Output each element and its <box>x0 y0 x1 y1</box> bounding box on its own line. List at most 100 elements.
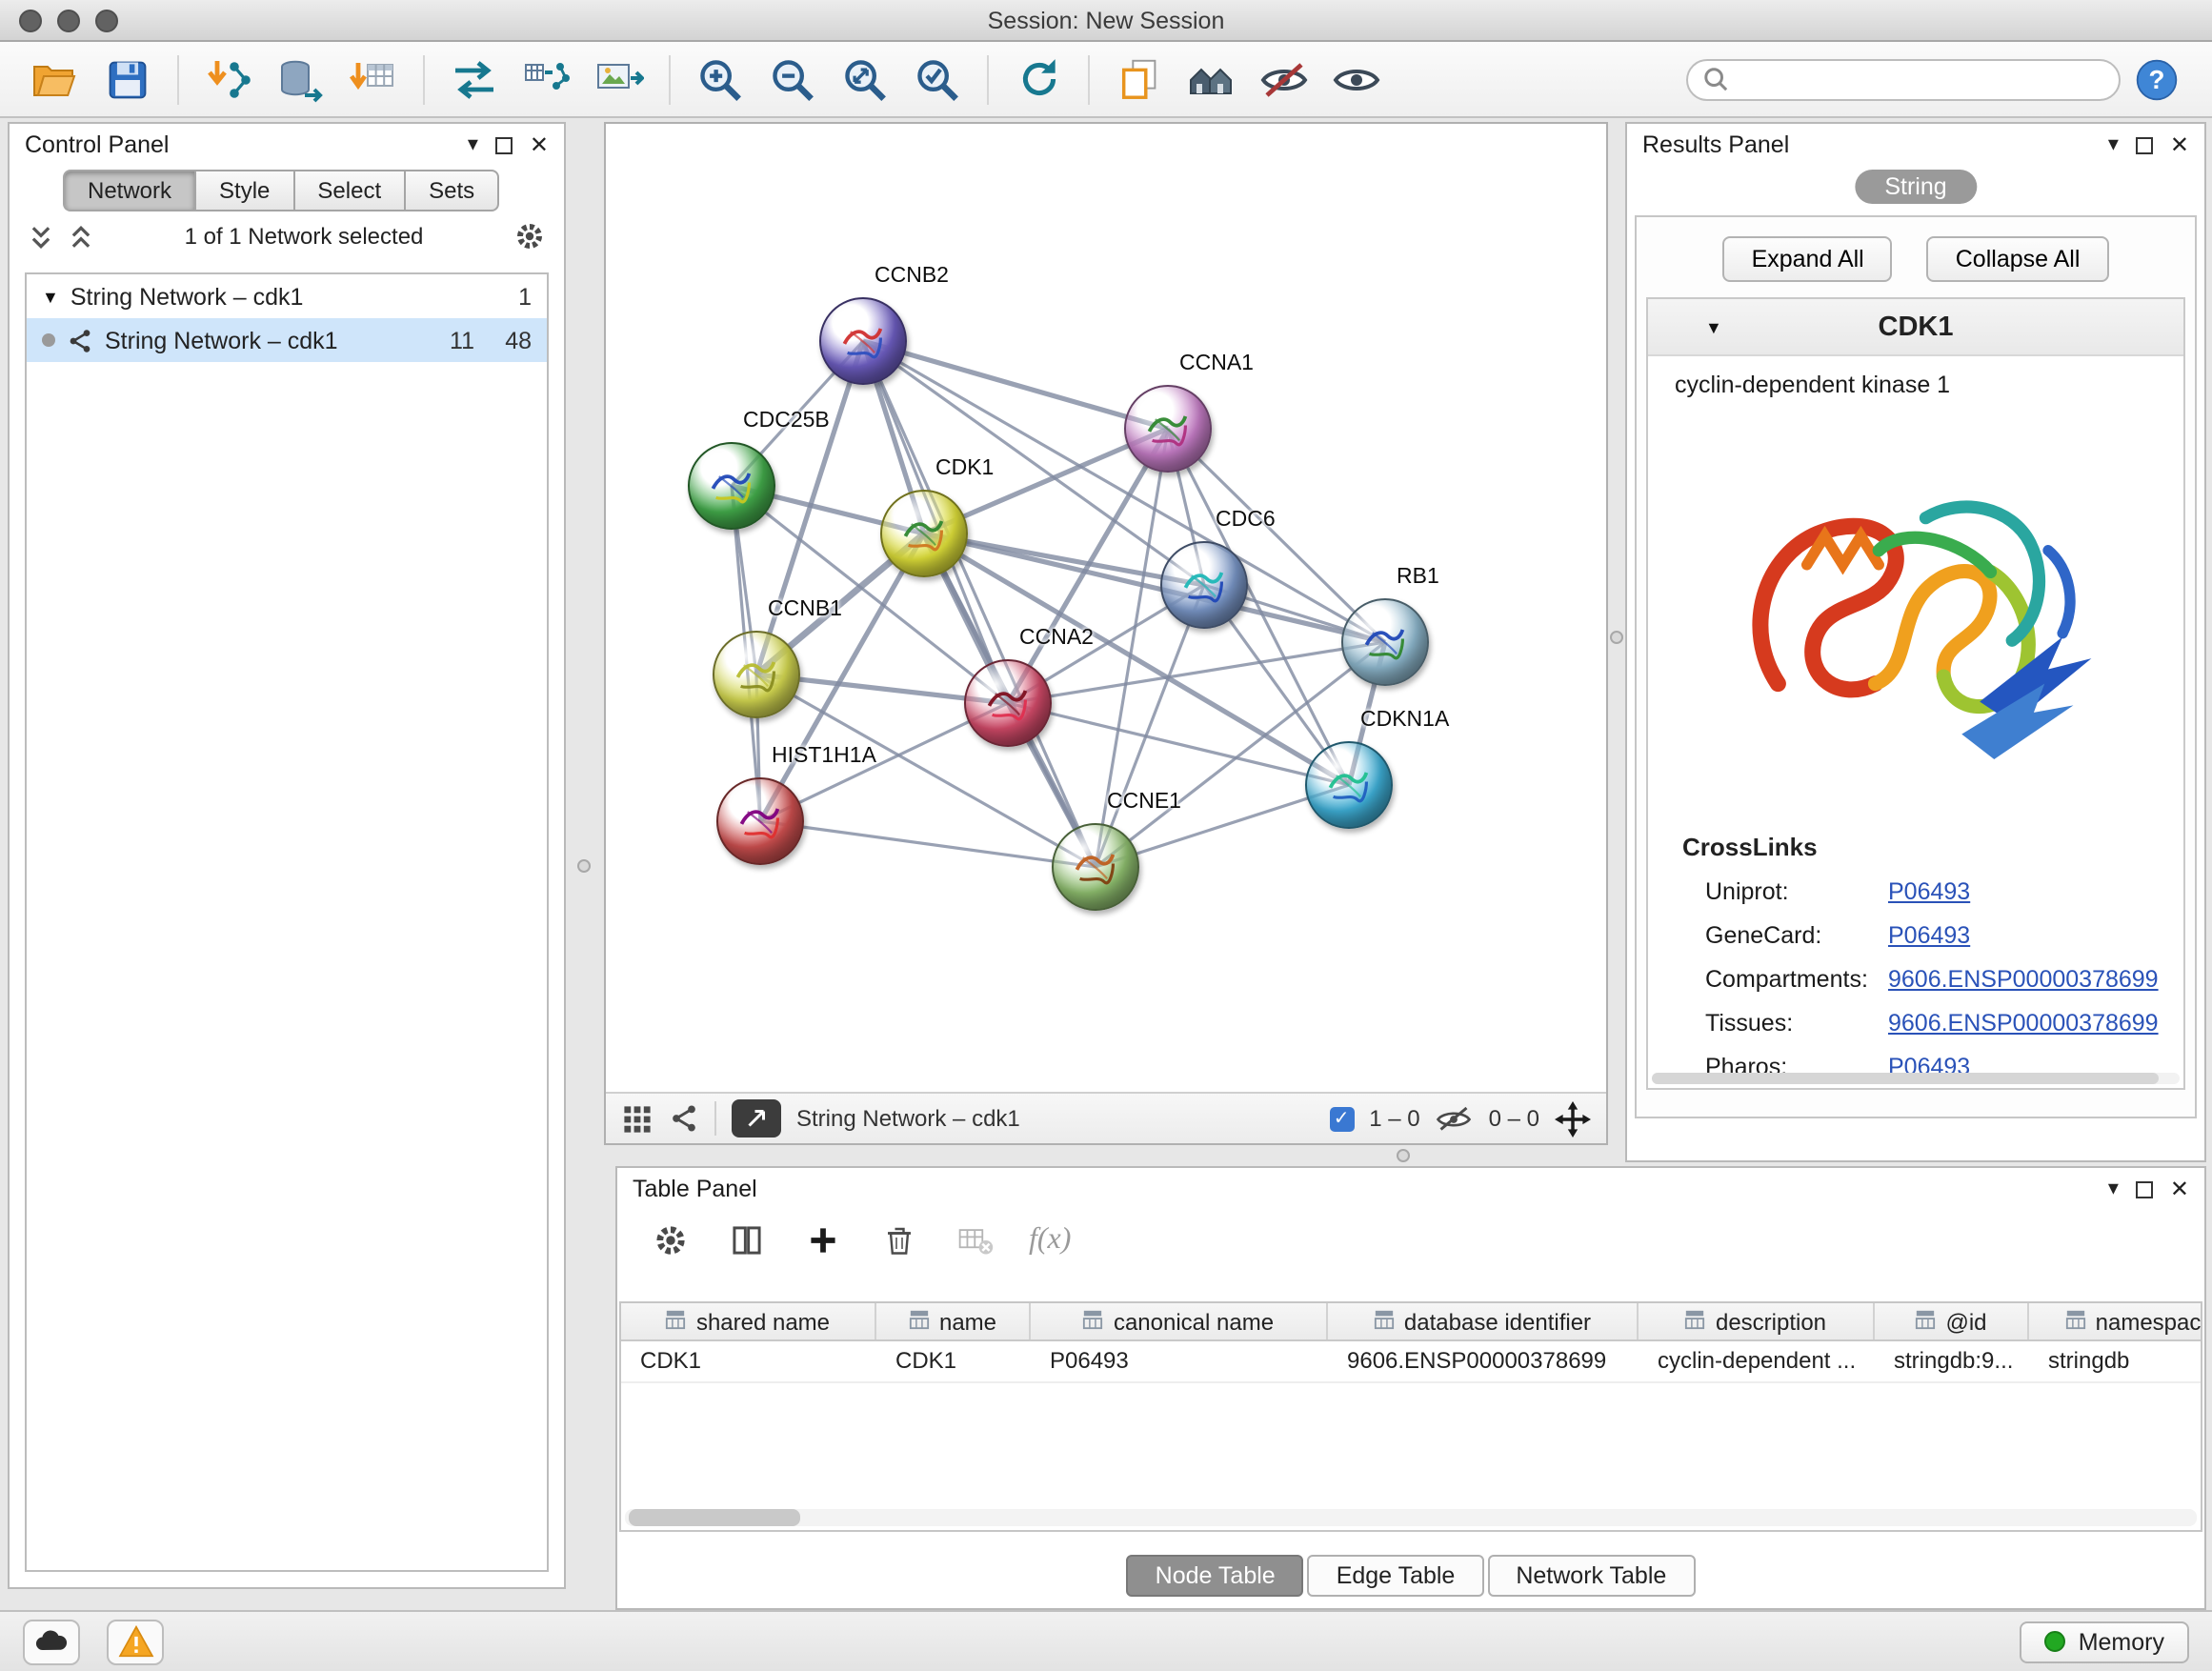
warnings-button[interactable] <box>107 1619 164 1664</box>
open-session-button[interactable] <box>25 49 86 110</box>
tab-style[interactable]: Style <box>194 170 292 211</box>
network-edge[interactable] <box>756 341 863 674</box>
fit-selected-crosshair-icon[interactable] <box>1555 1100 1591 1137</box>
network-node-ccna2[interactable] <box>964 659 1052 747</box>
column-header-shared-name[interactable]: shared name <box>621 1303 876 1339</box>
tab-network-table[interactable]: Network Table <box>1487 1555 1695 1597</box>
zoom-selected-button[interactable] <box>907 49 968 110</box>
create-column-button[interactable] <box>800 1218 846 1263</box>
panel-collapse-icon[interactable]: ▾ <box>468 134 478 155</box>
network-node-cdkn1a[interactable] <box>1305 741 1393 829</box>
collapse-all-icon[interactable] <box>69 224 93 249</box>
panel-close-icon[interactable]: ✕ <box>2170 1178 2189 1200</box>
network-row[interactable]: String Network – cdk1 11 48 <box>27 318 547 362</box>
panel-float-icon[interactable] <box>495 136 513 153</box>
minimize-window-button[interactable] <box>57 10 80 32</box>
refresh-view-button[interactable] <box>1008 49 1069 110</box>
column-header-namespac[interactable]: namespac <box>2029 1303 2202 1339</box>
search-field[interactable] <box>1686 58 2121 100</box>
card-scrollbar[interactable] <box>1652 1073 2180 1084</box>
network-edge[interactable] <box>863 341 1385 642</box>
tab-sets[interactable]: Sets <box>404 170 499 211</box>
disclosure-triangle-icon[interactable]: ▼ <box>42 287 59 306</box>
expand-all-button[interactable]: Expand All <box>1723 236 1893 282</box>
network-edge[interactable] <box>863 341 1168 429</box>
tab-string[interactable]: String <box>1854 170 1977 204</box>
detach-view-button[interactable] <box>732 1099 781 1137</box>
tab-network[interactable]: Network <box>63 170 194 211</box>
network-node-cdk1[interactable] <box>880 490 968 577</box>
crosslink-link[interactable]: 9606.ENSP00000378699 <box>1888 1009 2159 1036</box>
import-network-from-file-button[interactable] <box>198 49 259 110</box>
table-settings-button[interactable] <box>648 1218 694 1263</box>
vertical-splitter-handle[interactable] <box>577 859 591 873</box>
function-builder-button[interactable]: f(x) <box>1029 1223 1071 1258</box>
column-header--id[interactable]: @id <box>1875 1303 2029 1339</box>
new-network-from-selection-button[interactable] <box>444 49 505 110</box>
show-columns-button[interactable] <box>724 1218 770 1263</box>
copy-button[interactable] <box>1109 49 1170 110</box>
zoom-in-button[interactable] <box>690 49 751 110</box>
network-node-cdc25b[interactable] <box>688 442 775 530</box>
delete-table-button[interactable] <box>953 1218 998 1263</box>
hidden-eye-slash-icon[interactable] <box>1436 1104 1474 1133</box>
share-view-icon[interactable] <box>669 1103 699 1134</box>
delete-column-button[interactable] <box>876 1218 922 1263</box>
network-canvas[interactable]: CCNB2 CCNA1 CDC25B CDK1 CDC6 RB1 CCNB1 C… <box>606 124 1606 1092</box>
disclosure-triangle-icon[interactable]: ▼ <box>1705 317 1722 336</box>
import-network-from-database-button[interactable] <box>271 49 332 110</box>
export-image-button[interactable] <box>589 49 650 110</box>
network-collection-row[interactable]: ▼ String Network – cdk1 1 <box>27 274 547 318</box>
table-horizontal-scrollbar[interactable] <box>625 1509 2197 1526</box>
network-node-rb1[interactable] <box>1341 598 1429 686</box>
network-edge[interactable] <box>863 341 1096 867</box>
column-header-database-identifier[interactable]: database identifier <box>1328 1303 1639 1339</box>
tab-select[interactable]: Select <box>292 170 404 211</box>
panel-collapse-icon[interactable]: ▾ <box>2108 134 2119 155</box>
network-node-cdc6[interactable] <box>1160 541 1248 629</box>
network-from-table-button[interactable] <box>516 49 577 110</box>
panel-collapse-icon[interactable]: ▾ <box>2108 1178 2119 1199</box>
show-all-button[interactable] <box>1326 49 1387 110</box>
help-button[interactable]: ? <box>2126 49 2187 110</box>
save-session-button[interactable] <box>97 49 158 110</box>
memory-button[interactable]: Memory <box>2020 1621 2189 1662</box>
network-edge[interactable] <box>760 821 1096 867</box>
horizontal-splitter-handle[interactable] <box>1397 1149 1410 1162</box>
network-node-ccnb1[interactable] <box>713 631 800 718</box>
tab-node-table[interactable]: Node Table <box>1127 1555 1304 1597</box>
network-node-ccna1[interactable] <box>1124 385 1212 473</box>
network-node-ccnb2[interactable] <box>819 297 907 385</box>
import-table-from-file-button[interactable] <box>343 49 404 110</box>
grid-view-icon[interactable] <box>621 1102 654 1135</box>
hide-selected-button[interactable] <box>1254 49 1315 110</box>
expand-all-icon[interactable] <box>29 224 53 249</box>
column-header-canonical-name[interactable]: canonical name <box>1031 1303 1328 1339</box>
zoom-window-button[interactable] <box>95 10 118 32</box>
gene-card-header[interactable]: ▼ CDK1 <box>1648 299 2183 356</box>
home-view-button[interactable] <box>1181 49 1242 110</box>
crosslink-link[interactable]: 9606.ENSP00000378699 <box>1888 965 2159 992</box>
network-node-ccne1[interactable] <box>1052 823 1139 911</box>
network-node-hist1h1a[interactable] <box>716 777 804 865</box>
collapse-all-button[interactable]: Collapse All <box>1927 236 2109 282</box>
panel-close-icon[interactable]: ✕ <box>2170 133 2189 156</box>
panel-float-icon[interactable] <box>2136 136 2153 153</box>
zoom-out-button[interactable] <box>762 49 823 110</box>
gear-icon[interactable] <box>514 221 545 252</box>
vertical-splitter-handle[interactable] <box>1610 631 1623 644</box>
panel-close-icon[interactable]: ✕ <box>530 133 549 156</box>
panel-float-icon[interactable] <box>2136 1180 2153 1198</box>
crosslink-link[interactable]: P06493 <box>1888 921 1970 948</box>
copy-document-icon <box>1116 55 1163 103</box>
tab-edge-table[interactable]: Edge Table <box>1308 1555 1484 1597</box>
cloud-status-button[interactable] <box>23 1619 80 1664</box>
column-header-name[interactable]: name <box>876 1303 1031 1339</box>
column-header-description[interactable]: description <box>1639 1303 1875 1339</box>
crosslink-link[interactable]: P06493 <box>1888 877 1970 904</box>
selected-count-checkbox[interactable]: ✓ <box>1329 1106 1354 1131</box>
table-row[interactable]: CDK1CDK1P064939606.ENSP00000378699cyclin… <box>621 1341 2201 1383</box>
close-window-button[interactable] <box>19 10 42 32</box>
zoom-fit-button[interactable] <box>835 49 895 110</box>
search-input[interactable] <box>1738 66 2103 92</box>
